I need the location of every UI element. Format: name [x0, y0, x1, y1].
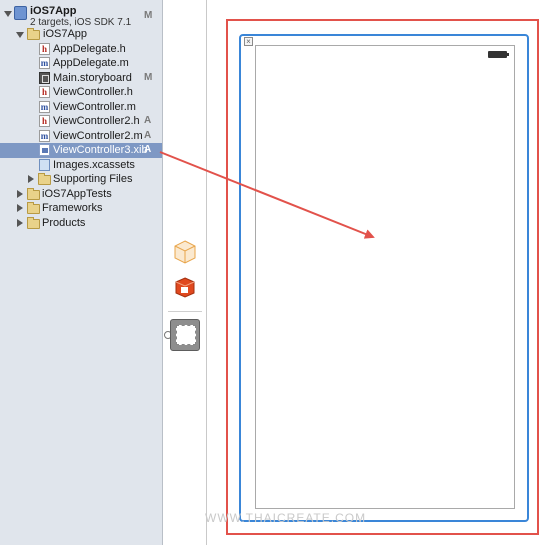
project-icon — [14, 6, 27, 20]
project-row[interactable]: iOS7App 2 targets, iOS SDK 7.1 M — [0, 2, 162, 28]
disclosure-closed-icon[interactable] — [17, 218, 23, 227]
group-label: Supporting Files — [53, 173, 133, 185]
file-viewcontroller2-h[interactable]: h ViewController2.h A — [0, 114, 162, 129]
header-file-icon: h — [39, 42, 50, 55]
file-label: ViewController.m — [53, 100, 136, 113]
file-viewcontroller-h[interactable]: h ViewController.h — [0, 85, 162, 100]
implementation-file-icon: m — [39, 100, 50, 113]
xib-file-icon — [39, 144, 50, 156]
file-viewcontroller3-xib[interactable]: ViewController3.xib A — [0, 143, 162, 158]
project-status: M — [144, 10, 153, 21]
folder-icon — [27, 187, 40, 200]
watermark: WWW.THAICREATE.COM — [205, 511, 367, 525]
asset-catalog-icon — [39, 158, 50, 171]
group-label: iOS7AppTests — [42, 187, 112, 200]
close-icon[interactable]: × — [244, 37, 253, 46]
view-object-icon[interactable] — [170, 319, 200, 351]
file-label: ViewController3.xib — [53, 144, 148, 156]
group-ios7apptests[interactable]: iOS7AppTests — [0, 187, 162, 202]
disclosure-closed-icon[interactable] — [17, 204, 23, 212]
file-images-xcassets[interactable]: Images.xcassets — [0, 158, 162, 173]
group-label: Products — [42, 216, 86, 229]
file-appdelegate-h[interactable]: h AppDelegate.h — [0, 42, 162, 57]
object-cube-icon[interactable] — [174, 240, 196, 264]
folder-icon — [27, 216, 40, 229]
header-file-icon: h — [39, 115, 50, 127]
file-label: AppDelegate.h — [53, 42, 126, 55]
battery-icon — [488, 51, 509, 58]
header-file-icon: h — [39, 86, 50, 98]
disclosure-closed-icon[interactable] — [17, 189, 23, 198]
group-label: Frameworks — [42, 202, 103, 214]
file-viewcontroller2-m[interactable]: m ViewController2.m A — [0, 129, 162, 144]
file-main-storyboard[interactable]: Main.storyboard M — [0, 71, 162, 86]
disclosure-open-icon[interactable] — [16, 32, 24, 38]
status-badge: A — [144, 129, 152, 141]
disclosure-open-icon[interactable] — [4, 11, 12, 17]
file-label: ViewController.h — [53, 86, 133, 98]
file-label: ViewController2.m — [53, 129, 143, 142]
group-ios7app[interactable]: iOS7App — [0, 27, 162, 42]
object-library-strip — [164, 0, 207, 545]
group-supporting-files[interactable]: Supporting Files — [0, 172, 162, 187]
file-label: ViewController2.h — [53, 115, 140, 127]
group-frameworks[interactable]: Frameworks — [0, 201, 162, 216]
implementation-file-icon: m — [39, 129, 50, 142]
folder-icon — [38, 173, 51, 185]
group-products[interactable]: Products — [0, 216, 162, 231]
file-label: Main.storyboard — [53, 71, 132, 84]
file-label: Images.xcassets — [53, 158, 135, 171]
file-viewcontroller-m[interactable]: m ViewController.m — [0, 100, 162, 115]
root-view[interactable] — [255, 45, 515, 509]
project-navigator: iOS7App 2 targets, iOS SDK 7.1 M iOS7App… — [0, 0, 163, 545]
status-badge: M — [144, 71, 153, 83]
status-badge: A — [144, 144, 152, 155]
first-responder-cube-icon[interactable] — [175, 277, 195, 298]
status-badge: A — [144, 115, 152, 126]
project-name: iOS7App — [30, 5, 77, 17]
library-divider — [168, 311, 202, 312]
storyboard-file-icon — [39, 71, 50, 84]
file-appdelegate-m[interactable]: m AppDelegate.m — [0, 56, 162, 71]
implementation-file-icon: m — [39, 57, 50, 69]
group-label: iOS7App — [43, 28, 88, 40]
folder-icon — [27, 202, 40, 214]
disclosure-closed-icon[interactable] — [28, 175, 34, 183]
file-label: AppDelegate.m — [53, 57, 129, 69]
folder-icon — [27, 28, 40, 40]
